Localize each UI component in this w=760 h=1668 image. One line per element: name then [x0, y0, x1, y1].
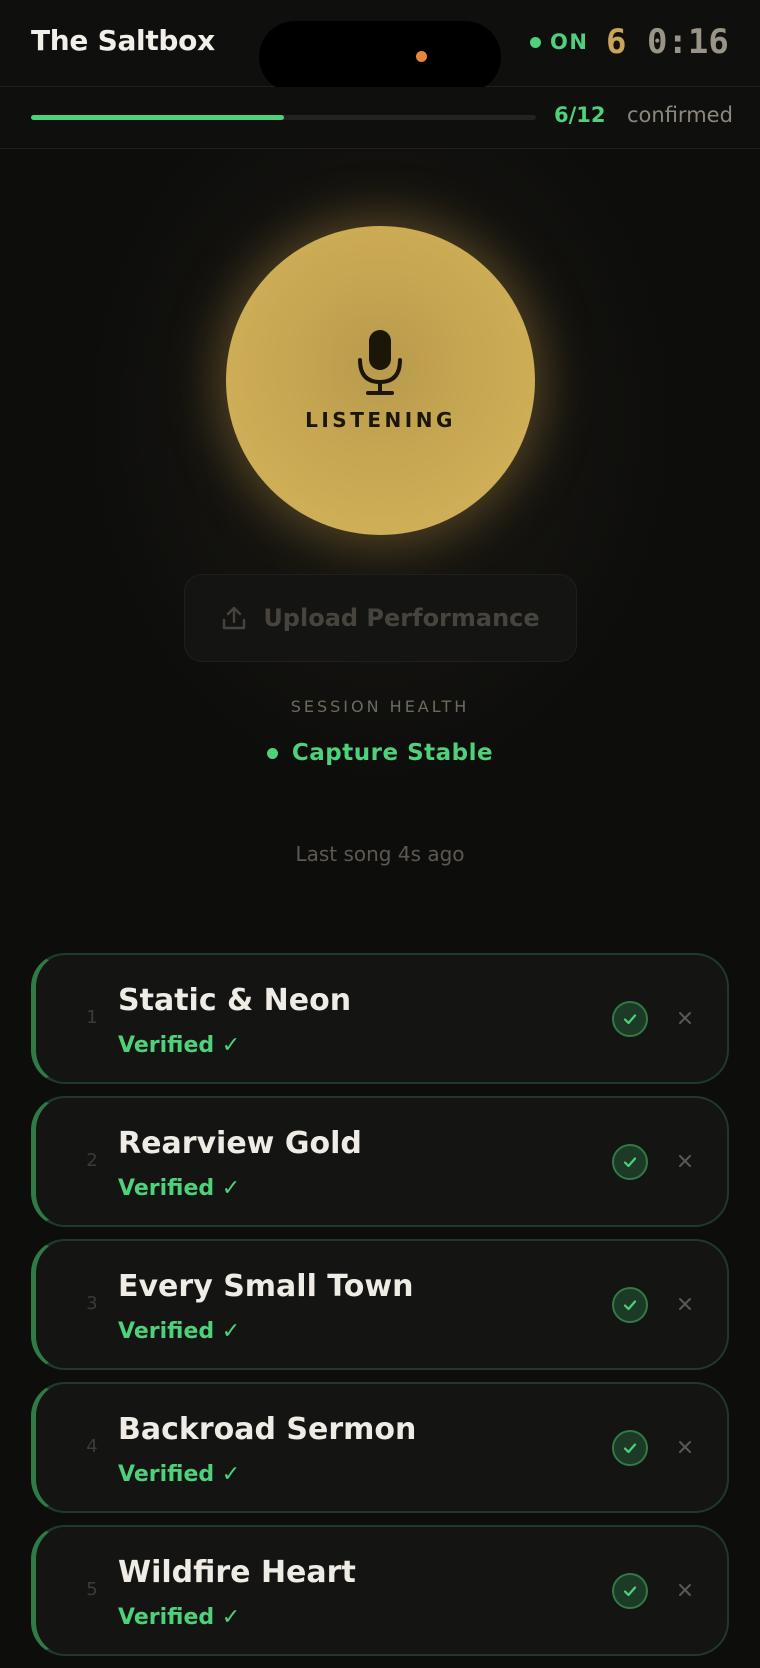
session-health-status: Capture Stable	[0, 740, 760, 766]
last-song-text: Last song 4s ago	[295, 842, 465, 866]
song-title: Static & Neon	[118, 983, 352, 1018]
close-icon	[679, 1155, 691, 1167]
check-icon	[623, 1443, 637, 1454]
song-title: Wildfire Heart	[118, 1555, 356, 1590]
progress-count: 6/12	[554, 103, 606, 127]
progress-track	[31, 115, 536, 120]
live-dot-icon	[530, 36, 541, 48]
reject-button[interactable]	[668, 1001, 702, 1035]
reject-button[interactable]	[668, 1144, 702, 1178]
close-icon	[679, 1012, 691, 1024]
song-number: 4	[86, 1436, 98, 1457]
timer-prefix: 6	[606, 22, 627, 62]
check-icon	[623, 1157, 637, 1168]
song-title: Backroad Sermon	[118, 1412, 417, 1447]
camera-notch	[259, 21, 501, 93]
check-icon	[623, 1586, 637, 1597]
listening-label: LISTENING	[305, 408, 456, 432]
session-health-heading: SESSION HEALTH	[290, 697, 470, 716]
confirm-button[interactable]	[612, 1144, 648, 1180]
song-status: Verified ✓	[118, 1462, 241, 1487]
confirm-button[interactable]	[612, 1430, 648, 1466]
reject-button[interactable]	[668, 1573, 702, 1607]
upload-performance-button[interactable]: Upload Performance	[184, 574, 577, 662]
check-icon	[623, 1014, 637, 1025]
song-number: 3	[86, 1293, 98, 1314]
reject-button[interactable]	[668, 1287, 702, 1321]
listening-button[interactable]: LISTENING	[226, 226, 535, 535]
song-status: Verified ✓	[118, 1033, 241, 1058]
song-title: Rearview Gold	[118, 1126, 362, 1161]
health-status-text: Capture Stable	[291, 740, 494, 766]
song-number: 2	[86, 1150, 98, 1171]
song-status: Verified ✓	[118, 1176, 241, 1201]
close-icon	[679, 1584, 691, 1596]
confirm-button[interactable]	[612, 1573, 648, 1609]
confirm-button[interactable]	[612, 1287, 648, 1323]
song-card[interactable]: 2 Rearview Gold Verified ✓	[31, 1096, 729, 1227]
microphone-icon	[358, 330, 402, 395]
live-status: ON	[530, 30, 588, 54]
song-card[interactable]: 5 Wildfire Heart Verified ✓	[31, 1525, 729, 1656]
song-list: 1 Static & Neon Verified ✓ 2 Rearview Go…	[31, 953, 729, 1668]
upload-icon	[223, 606, 246, 630]
progress-label: confirmed	[627, 103, 733, 127]
song-number: 1	[86, 1007, 98, 1028]
venue-title: The Saltbox	[31, 24, 215, 57]
song-status: Verified ✓	[118, 1605, 241, 1630]
song-card[interactable]: 3 Every Small Town Verified ✓	[31, 1239, 729, 1370]
upload-label: Upload Performance	[263, 604, 540, 632]
live-label: ON	[550, 30, 589, 54]
confirm-button[interactable]	[612, 1001, 648, 1037]
timer-main: 0:16	[646, 22, 729, 62]
progress-fill	[31, 115, 284, 120]
song-card[interactable]: 4 Backroad Sermon Verified ✓	[31, 1382, 729, 1513]
check-icon	[623, 1300, 637, 1311]
reject-button[interactable]	[668, 1430, 702, 1464]
progress-row: 6/12 confirmed	[0, 87, 760, 149]
song-card[interactable]: 1 Static & Neon Verified ✓	[31, 953, 729, 1084]
recording-indicator-icon	[416, 51, 427, 62]
close-icon	[679, 1298, 691, 1310]
session-timer: 6 0:16	[606, 22, 729, 62]
song-title: Every Small Town	[118, 1269, 414, 1304]
song-number: 5	[86, 1579, 98, 1600]
song-status: Verified ✓	[118, 1319, 241, 1344]
close-icon	[679, 1441, 691, 1453]
top-bar: The Saltbox ON 6 0:16	[0, 0, 760, 93]
health-dot-icon	[266, 747, 278, 759]
